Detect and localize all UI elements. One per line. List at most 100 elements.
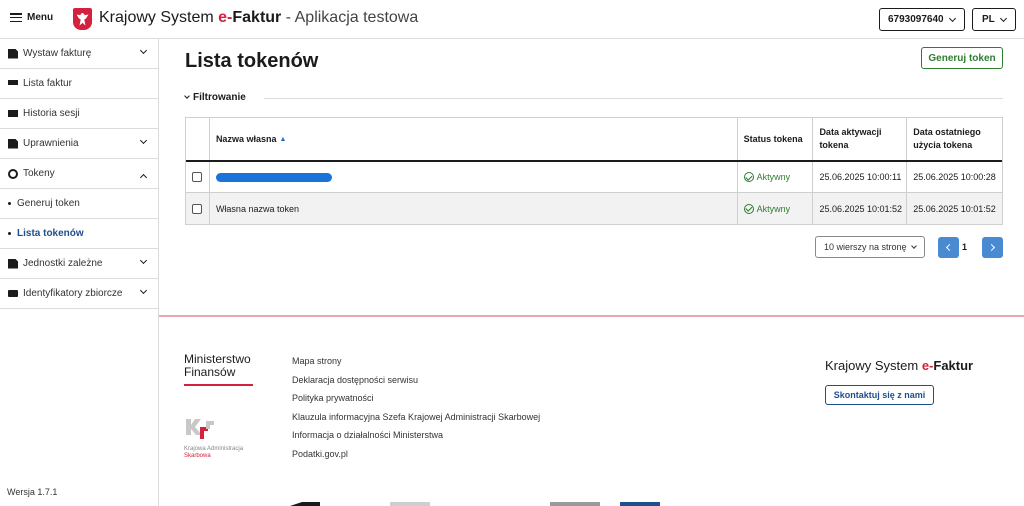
document-icon — [8, 258, 18, 269]
sidebar-item-historia-sesji[interactable]: Historia sesji — [0, 99, 158, 129]
chevron-down-icon — [999, 14, 1007, 22]
footer-link-ministry-info[interactable]: Informacja o działalności Ministerstwa — [292, 429, 540, 448]
sort-icon[interactable]: ▲︎ — [279, 133, 286, 146]
chevron-up-icon — [139, 173, 148, 182]
sidebar-item-tokeny[interactable]: Tokeny — [0, 159, 158, 189]
row-checkbox-cell — [186, 193, 210, 224]
app-header: Menu Krajowy System e-Faktur - Aplikacja… — [0, 0, 1024, 39]
footer-links: Mapa strony Deklaracja dostępności serwi… — [292, 355, 540, 466]
token-status-cell: Aktywny — [738, 162, 814, 192]
partner-logo-partial — [620, 502, 660, 506]
partner-logo-partial — [290, 502, 320, 506]
sidebar-item-wystaw-fakture[interactable]: Wystaw fakturę — [0, 39, 158, 69]
sidebar-item-label: Tokeny — [23, 168, 55, 179]
filter-label: Filtrowanie — [193, 92, 246, 103]
chevron-down-icon — [910, 242, 917, 249]
status-badge: Aktywny — [743, 203, 790, 214]
rows-per-page-value: 10 wierszy na stronę — [824, 242, 907, 252]
app-version: Wersja 1.7.1 — [7, 487, 58, 497]
app-title[interactable]: Krajowy System e-Faktur - Aplikacja test… — [99, 9, 418, 27]
next-page-button[interactable] — [982, 237, 1003, 258]
footer-link-privacy[interactable]: Polityka prywatności — [292, 392, 540, 411]
current-page-number[interactable]: 1 — [962, 242, 967, 252]
bullet-icon — [8, 202, 11, 205]
column-header-name[interactable]: Nazwa własna ▲︎ — [210, 118, 738, 160]
token-name-cell — [210, 162, 738, 192]
kas-logo-text: Krajowa Administracja Skarbowa — [184, 446, 243, 460]
table-row[interactable]: Własna nazwa token Aktywny 25.06.2025 10… — [186, 193, 1002, 224]
kas-logo-line: Krajowa Administracja — [184, 446, 244, 452]
sidebar-subitem-generuj-token[interactable]: Generuj token — [0, 189, 158, 219]
app-title-e: e- — [218, 9, 233, 26]
generate-token-button[interactable]: Generuj token — [921, 47, 1003, 69]
filter-divider — [264, 98, 1003, 99]
footer-link-accessibility[interactable]: Deklaracja dostępności serwisu — [292, 374, 540, 393]
sidebar-item-jednostki-zalezne[interactable]: Jednostki zależne — [0, 249, 158, 279]
list-icon — [8, 80, 18, 87]
mf-logo-bar — [184, 384, 253, 386]
chevron-down-icon — [139, 46, 148, 55]
sidebar-item-lista-faktur[interactable]: Lista faktur — [0, 69, 158, 99]
language-select[interactable]: PL — [972, 8, 1016, 31]
footer-link-sitemap[interactable]: Mapa strony — [292, 355, 540, 374]
sidebar-item-label: Identyfikatory zbiorcze — [23, 288, 123, 299]
app-title-suffix: - Aplikacja testowa — [281, 9, 419, 26]
language-value: PL — [982, 14, 995, 25]
check-circle-icon — [743, 203, 754, 214]
sidebar: Wystaw fakturę Lista faktur Historia ses… — [0, 39, 159, 506]
last-used-date-cell: 25.06.2025 10:00:28 — [913, 172, 996, 182]
footer-brand-prefix: Krajowy System — [825, 358, 922, 373]
row-checkbox[interactable] — [192, 172, 203, 182]
column-header-label: Nazwa własna — [215, 133, 277, 144]
app-title-brand: Faktur — [232, 9, 282, 26]
menu-button[interactable]: Menu — [10, 12, 53, 23]
mf-logo-line: Finansów — [184, 365, 236, 379]
rows-per-page-select[interactable]: 10 wierszy na stronę — [815, 236, 925, 258]
chevron-left-icon — [945, 243, 954, 252]
check-circle-icon — [743, 172, 754, 182]
id-card-icon — [8, 290, 18, 297]
previous-page-button[interactable] — [938, 237, 959, 258]
chevron-right-icon — [987, 243, 996, 252]
column-header-activation-date: Data aktywacji tokena — [813, 118, 908, 160]
filter-toggle[interactable]: Filtrowanie — [184, 92, 246, 103]
chevron-down-icon — [139, 136, 148, 145]
sidebar-item-label: Uprawnienia — [23, 138, 79, 149]
sidebar-item-uprawnienia[interactable]: Uprawnienia — [0, 129, 158, 159]
row-checkbox-cell — [186, 162, 210, 192]
token-name-cell: Własna nazwa token — [210, 193, 738, 224]
hamburger-icon — [10, 13, 22, 22]
activation-date-cell: 25.06.2025 10:01:52 — [813, 193, 908, 224]
table-header-row: Nazwa własna ▲︎ Status tokena Data aktyw… — [186, 118, 1002, 162]
activation-date-cell: 25.06.2025 10:00:11 — [813, 162, 908, 192]
sidebar-item-label: Lista tokenów — [17, 228, 84, 239]
footer-brand-e: e- — [921, 358, 934, 373]
row-checkbox[interactable] — [192, 203, 203, 214]
app-title-prefix: Krajowy System — [99, 9, 219, 26]
key-icon — [8, 168, 18, 179]
document-icon — [8, 48, 18, 59]
poland-emblem-icon — [73, 8, 92, 30]
sidebar-item-identyfikatory-zbiorcze[interactable]: Identyfikatory zbiorcze — [0, 279, 158, 309]
sidebar-item-label: Wystaw fakturę — [23, 48, 92, 59]
kas-logo-line: Skarbowa — [184, 453, 211, 459]
chevron-down-icon — [139, 256, 148, 265]
nip-value: 6793097640 — [888, 14, 944, 25]
sidebar-subitem-lista-tokenow[interactable]: Lista tokenów — [0, 219, 158, 249]
status-text: Aktywny — [756, 172, 791, 182]
partner-logo-partial — [390, 502, 430, 506]
header-checkbox-cell — [186, 118, 210, 160]
footer-link-info-clause[interactable]: Klauzula informacyjna Szefa Krajowej Adm… — [292, 411, 540, 430]
contact-us-button[interactable]: Skontaktuj się z nami — [825, 385, 934, 405]
nip-context-select[interactable]: 6793097640 — [879, 8, 965, 31]
kas-logo-icon[interactable] — [184, 417, 216, 441]
table-row[interactable]: Aktywny 25.06.2025 10:00:11 25.06.2025 1… — [186, 162, 1002, 193]
ministry-of-finance-logo[interactable]: Ministerstwo Finansów — [184, 353, 251, 379]
status-badge: Aktywny — [743, 172, 791, 182]
sidebar-item-label: Historia sesji — [23, 108, 80, 119]
sidebar-item-label: Generuj token — [17, 198, 80, 209]
footer-link-podatki[interactable]: Podatki.gov.pl — [292, 448, 540, 467]
menu-label: Menu — [27, 12, 54, 23]
sidebar-item-label: Jednostki zależne — [23, 258, 103, 269]
footer-divider — [159, 315, 1024, 317]
